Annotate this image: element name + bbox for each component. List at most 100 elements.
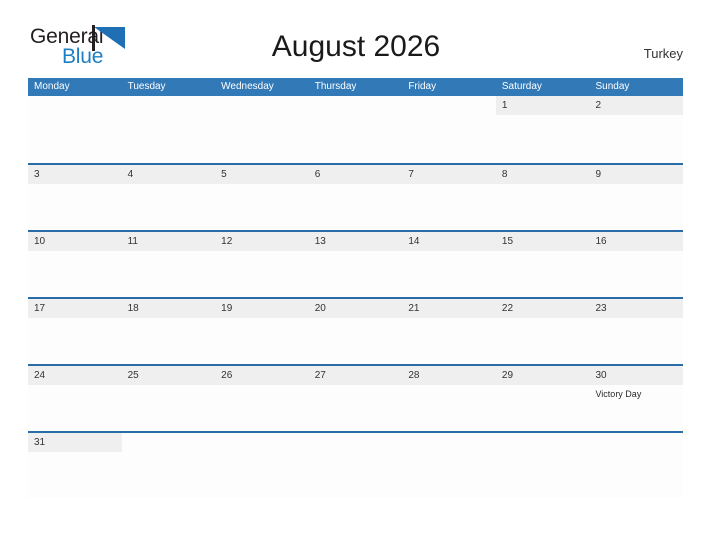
day-cell[interactable]: 1: [495, 96, 590, 163]
day-number: 25: [127, 370, 139, 381]
day-number: 16: [595, 236, 607, 247]
day-cell[interactable]: 19: [215, 299, 309, 364]
day-number: 27: [314, 370, 326, 381]
day-cell-empty: [215, 96, 309, 163]
day-number-band: [402, 96, 496, 115]
day-cell[interactable]: 20: [308, 299, 403, 364]
day-cell[interactable]: 13: [308, 232, 403, 297]
day-number: 20: [314, 303, 326, 314]
day-number-band: [215, 433, 309, 452]
day-cell[interactable]: 2: [589, 96, 684, 163]
country-label: Turkey: [643, 46, 683, 61]
day-cell[interactable]: 24: [28, 366, 122, 431]
day-cell[interactable]: 3: [28, 165, 122, 230]
day-number-band: 7: [402, 165, 496, 184]
day-cell[interactable]: 9: [589, 165, 684, 230]
day-number-band: 22: [495, 299, 590, 318]
day-number: 6: [314, 169, 321, 180]
day-cell-empty: [28, 96, 122, 163]
weekday-header-thursday: Thursday: [314, 81, 357, 92]
day-number-band: 2: [589, 96, 684, 115]
day-number-band: 3: [28, 165, 122, 184]
calendar-week-row: 31: [28, 431, 684, 498]
day-cell[interactable]: 22: [495, 299, 590, 364]
day-number-band: 19: [215, 299, 309, 318]
day-cell[interactable]: 12: [215, 232, 309, 297]
day-cell[interactable]: 27: [308, 366, 403, 431]
day-number-band: [496, 433, 590, 452]
calendar-week-row: 3 4 5 6 7 8 9: [28, 163, 684, 230]
calendar-week-row: 24 25 26 27 28 29 30 Victory Day: [28, 364, 684, 431]
day-number: 7: [408, 169, 414, 180]
day-number: 31: [34, 437, 46, 448]
day-number: 26: [221, 370, 233, 381]
day-cell[interactable]: 31: [28, 433, 122, 498]
day-number-band: 25: [121, 366, 216, 385]
day-number-band: 1: [495, 96, 590, 115]
day-cell[interactable]: 21: [402, 299, 496, 364]
day-number: 5: [221, 169, 227, 180]
calendar-week-row: 12: [28, 96, 684, 163]
day-cell[interactable]: 23: [589, 299, 684, 364]
day-number-band: 8: [495, 165, 590, 184]
day-number: 19: [221, 303, 233, 314]
calendar-week-row: 10 11 12 13 14 15 16: [28, 230, 684, 297]
calendar-page: General Blue August 2026 Turkey Monday Tu…: [0, 0, 712, 550]
day-cell[interactable]: 5: [215, 165, 309, 230]
day-cell[interactable]: 26: [215, 366, 309, 431]
day-number-band: 12: [215, 232, 309, 251]
day-cell[interactable]: 14: [402, 232, 496, 297]
day-number-band: 6: [308, 165, 403, 184]
day-number: 14: [408, 236, 420, 247]
calendar-body: 1 2 3 4 5 6 7 8 9 10 11 12 13 14 15 16 17 18 19 20 21 22 23 24 2…: [28, 96, 684, 498]
day-cell[interactable]: 6: [308, 165, 403, 230]
day-cell-empty: [215, 433, 309, 498]
day-number: 22: [501, 303, 514, 314]
day-number: 11: [127, 236, 138, 247]
day-number-band: 14: [402, 232, 496, 251]
day-cell[interactable]: 25: [121, 366, 216, 431]
day-cell[interactable]: 8: [495, 165, 590, 230]
day-cell[interactable]: 28: [402, 366, 496, 431]
day-number-band: 21: [402, 299, 496, 318]
weekday-header-sunday: Sunday: [595, 81, 630, 92]
day-cell[interactable]: 17: [28, 299, 122, 364]
day-cell[interactable]: 18: [121, 299, 216, 364]
day-cell-empty: [589, 433, 684, 498]
day-number: 8: [501, 169, 508, 180]
weekday-header-friday: Friday: [408, 81, 437, 92]
day-cell-empty: [121, 433, 216, 498]
day-cell[interactable]: 29: [495, 366, 590, 431]
day-number-band: 31: [28, 433, 122, 452]
day-cell-empty: [402, 96, 496, 163]
day-cell[interactable]: 4: [121, 165, 216, 230]
weekday-header-tuesday: Tuesday: [127, 81, 166, 92]
day-number: 30: [595, 370, 607, 381]
day-cell[interactable]: 15: [495, 232, 590, 297]
day-number: 2: [595, 100, 602, 111]
day-cell[interactable]: 10: [28, 232, 122, 297]
day-number-band: 20: [308, 299, 403, 318]
day-number-band: 18: [121, 299, 216, 318]
day-number-band: 13: [308, 232, 403, 251]
weekday-header-saturday: Saturday: [501, 81, 542, 92]
day-number-band: 23: [589, 299, 684, 318]
day-number-band: 24: [28, 366, 122, 385]
day-number-band: 10: [28, 232, 122, 251]
day-cell[interactable]: 7: [402, 165, 496, 230]
day-cell[interactable]: 16: [589, 232, 684, 297]
day-number-band: 26: [215, 366, 309, 385]
day-cell-empty: [402, 433, 496, 498]
day-number: 18: [127, 303, 139, 314]
day-number: 29: [501, 370, 514, 381]
day-number-band: 5: [215, 165, 309, 184]
day-number-band: 28: [402, 366, 496, 385]
day-cell[interactable]: 11: [121, 232, 216, 297]
weekday-header-wednesday: Wednesday: [221, 81, 274, 92]
day-number-band: 15: [495, 232, 590, 251]
day-cell[interactable]: 30 Victory Day: [589, 366, 684, 431]
day-number: 17: [34, 303, 46, 314]
weekday-header-monday: Monday: [34, 81, 70, 92]
day-cell-empty: [121, 96, 216, 163]
day-number: 24: [34, 370, 46, 381]
